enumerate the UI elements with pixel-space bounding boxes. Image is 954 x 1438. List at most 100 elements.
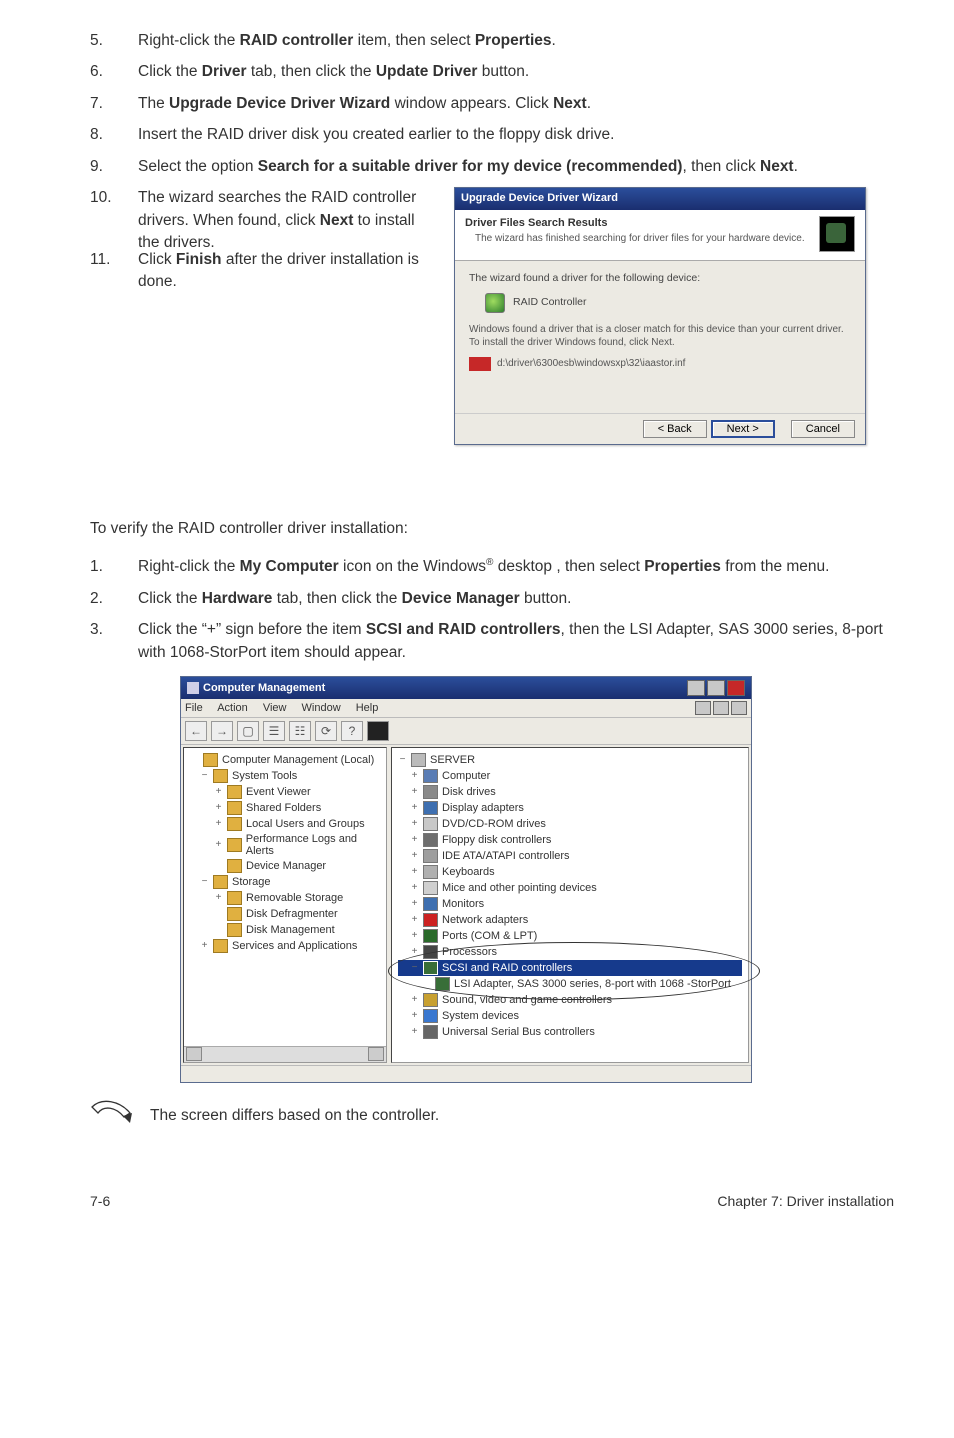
menu-action[interactable]: Action [217, 702, 248, 714]
wizard-device-row: RAID Controller [485, 293, 851, 313]
step-text: Right-click the My Computer icon on the … [138, 556, 894, 579]
folder-icon [227, 838, 242, 852]
wizard-device-label: RAID Controller [513, 295, 587, 310]
minimize-button[interactable] [687, 680, 705, 696]
close-button[interactable] [727, 680, 745, 696]
tree-label: Removable Storage [246, 892, 343, 904]
t: Click [138, 251, 176, 268]
tree-node[interactable]: −System Tools [186, 768, 384, 784]
tree-label: Disk Management [246, 924, 335, 936]
cm-tree[interactable]: Computer Management (Local) −System Tool… [183, 747, 387, 1063]
dm-node[interactable]: +Display adapters [398, 800, 742, 816]
dm-label: LSI Adapter, SAS 3000 series, 8-port wit… [454, 978, 731, 990]
tool-extra-button[interactable] [367, 721, 389, 741]
dm-node[interactable]: +Ports (COM & LPT) [398, 928, 742, 944]
t: The [138, 95, 169, 112]
tool-refresh-button[interactable]: ⟳ [315, 721, 337, 741]
t: Update Driver [376, 63, 478, 80]
verify-intro: To verify the RAID controller driver ins… [90, 520, 894, 538]
dm-node[interactable]: +Floppy disk controllers [398, 832, 742, 848]
dm-node-lsi-adapter[interactable]: LSI Adapter, SAS 3000 series, 8-port wit… [398, 976, 742, 992]
wizard-cancel-button[interactable]: Cancel [791, 420, 855, 438]
dm-node[interactable]: +Sound, video and game controllers [398, 992, 742, 1008]
monitor-icon [423, 897, 438, 911]
dm-node[interactable]: +IDE ATA/ATAPI controllers [398, 848, 742, 864]
mdi-restore-button[interactable] [713, 701, 729, 715]
tree-node[interactable]: Device Manager [186, 858, 384, 874]
wizard-back-button[interactable]: < Back [643, 420, 707, 438]
dm-label: Disk drives [442, 786, 496, 798]
t: Next [553, 95, 587, 112]
tree-node[interactable]: Disk Defragmenter [186, 906, 384, 922]
t: Click the [138, 63, 202, 80]
dm-node[interactable]: +Monitors [398, 896, 742, 912]
tool-back-button[interactable]: ← [185, 721, 207, 741]
t: icon on the Windows [339, 558, 486, 575]
dm-node-scsi[interactable]: −SCSI and RAID controllers [398, 960, 742, 976]
tool-prop-button[interactable]: ☷ [289, 721, 311, 741]
tree-node[interactable]: +Local Users and Groups [186, 816, 384, 832]
wizard-next-button[interactable]: Next > [711, 420, 775, 438]
tree-node[interactable]: +Shared Folders [186, 800, 384, 816]
ide-icon [423, 849, 438, 863]
dm-node[interactable]: +Universal Serial Bus controllers [398, 1024, 742, 1040]
tree-node[interactable]: +Removable Storage [186, 890, 384, 906]
folder-icon [227, 907, 242, 921]
dm-node[interactable]: +Disk drives [398, 784, 742, 800]
keyboard-icon [423, 865, 438, 879]
tree-root[interactable]: Computer Management (Local) [186, 752, 384, 768]
dm-label: Floppy disk controllers [442, 834, 551, 846]
dm-label: IDE ATA/ATAPI controllers [442, 850, 570, 862]
device-icon [485, 293, 505, 313]
dm-node[interactable]: +System devices [398, 1008, 742, 1024]
dm-node[interactable]: +DVD/CD-ROM drives [398, 816, 742, 832]
footer-right: Chapter 7: Driver installation [717, 1193, 894, 1209]
tree-node[interactable]: +Services and Applications [186, 938, 384, 954]
dm-node[interactable]: +Network adapters [398, 912, 742, 928]
tree-scrollbar[interactable] [184, 1046, 386, 1062]
dm-root[interactable]: −SERVER [398, 752, 742, 768]
dm-node[interactable]: +Mice and other pointing devices [398, 880, 742, 896]
tool-show-button[interactable]: ☰ [263, 721, 285, 741]
menu-window[interactable]: Window [302, 702, 341, 714]
t: from the menu. [721, 558, 830, 575]
t: My Computer [240, 558, 339, 575]
menu-view[interactable]: View [263, 702, 287, 714]
folder-icon [227, 891, 242, 905]
tree-node[interactable]: Disk Management [186, 922, 384, 938]
cm-toolbar: ← → ▢ ☰ ☷ ⟳ ? [181, 718, 751, 745]
dm-label: Mice and other pointing devices [442, 882, 597, 894]
wizard-header-icon [819, 216, 855, 252]
menu-help[interactable]: Help [356, 702, 379, 714]
tree-node[interactable]: −Storage [186, 874, 384, 890]
step-num: 6. [90, 61, 138, 83]
tool-up-button[interactable]: ▢ [237, 721, 259, 741]
cpu-icon [423, 945, 438, 959]
dm-label: System devices [442, 1010, 519, 1022]
dm-node[interactable]: +Keyboards [398, 864, 742, 880]
tree-node[interactable]: +Performance Logs and Alerts [186, 832, 384, 858]
t: Next [760, 158, 794, 175]
mdi-close-button[interactable] [731, 701, 747, 715]
scroll-left-button[interactable] [186, 1047, 202, 1061]
tool-help-button[interactable]: ? [341, 721, 363, 741]
menu-file[interactable]: File [185, 702, 203, 714]
tree-label: Services and Applications [232, 940, 357, 952]
step-text: Click the Hardware tab, then click the D… [138, 588, 894, 610]
dm-node[interactable]: +Computer [398, 768, 742, 784]
tool-forward-button[interactable]: → [211, 721, 233, 741]
server-icon [411, 753, 426, 767]
step-num: 5. [90, 30, 138, 52]
cm-right-pane[interactable]: −SERVER +Computer +Disk drives +Display … [391, 747, 749, 1063]
cm-title-text: Computer Management [203, 682, 325, 694]
dm-node[interactable]: +Processors [398, 944, 742, 960]
tree-node[interactable]: +Event Viewer [186, 784, 384, 800]
disk-icon [423, 785, 438, 799]
mdi-minimize-button[interactable] [695, 701, 711, 715]
dm-label: Processors [442, 946, 497, 958]
maximize-button[interactable] [707, 680, 725, 696]
dm-label: Keyboards [442, 866, 495, 878]
step-text: Right-click the RAID controller item, th… [138, 30, 894, 52]
scroll-right-button[interactable] [368, 1047, 384, 1061]
sound-icon [423, 993, 438, 1007]
